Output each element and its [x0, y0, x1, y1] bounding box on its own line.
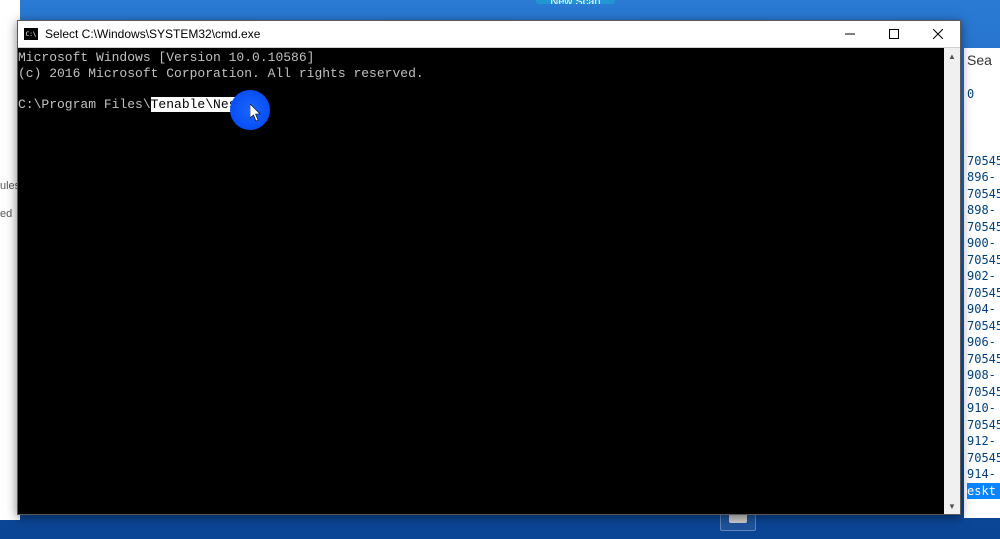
scrollbar-up-button[interactable]: ▲ — [944, 48, 960, 64]
bg-right-header: Sea — [967, 52, 1000, 68]
minimize-icon — [845, 29, 855, 39]
bg-right-row: 70545 — [967, 219, 1000, 236]
terminal-selection-white: Tenable\Nes — [151, 97, 237, 112]
bg-right-row: 904- — [967, 301, 1000, 318]
terminal-caret: > — [260, 97, 268, 112]
bg-right-row: 898- — [967, 202, 1000, 219]
scrollbar-track[interactable] — [944, 64, 960, 498]
cmd-window: C:\ Select C:\Windows\SYSTEM32\cmd.exe M… — [17, 20, 961, 515]
bg-right-row: 910- — [967, 400, 1000, 417]
titlebar[interactable]: C:\ Select C:\Windows\SYSTEM32\cmd.exe — [18, 21, 960, 48]
bg-right-row: 70545 — [967, 318, 1000, 335]
bg-right-row: 902- — [967, 268, 1000, 285]
bg-right-row: 70545 — [967, 285, 1000, 302]
bg-right-row: 914- — [967, 466, 1000, 483]
bg-right-row: 70545 — [967, 417, 1000, 434]
bg-right-row: 70545 — [967, 153, 1000, 170]
new-scan-button[interactable]: New Scan — [536, 0, 614, 4]
bg-right-row: 70545 — [967, 252, 1000, 269]
bg-right-row: 906- — [967, 334, 1000, 351]
terminal-line-2: (c) 2016 Microsoft Corporation. All righ… — [18, 66, 424, 81]
terminal-selection-yellow: sus — [236, 97, 259, 112]
minimize-button[interactable] — [828, 21, 872, 47]
bg-right-row: 912- — [967, 433, 1000, 450]
bg-right-row: 896- — [967, 169, 1000, 186]
bg-top-buttons: Import New Folder New Scan — [355, 0, 615, 4]
bg-right-row: 70545 — [967, 186, 1000, 203]
bg-right-row: 908- — [967, 367, 1000, 384]
cmd-icon: C:\ — [24, 28, 38, 40]
window-title: Select C:\Windows\SYSTEM32\cmd.exe — [45, 27, 828, 41]
bg-right-row: 70545 — [967, 351, 1000, 368]
bg-right-last: eskt — [967, 483, 1000, 500]
terminal-content[interactable]: Microsoft Windows [Version 10.0.10586] (… — [18, 48, 944, 514]
maximize-button[interactable] — [872, 21, 916, 47]
bg-right-row: 70545 — [967, 450, 1000, 467]
bg-right-panel: Sea 0 70545896-70545898-70545900-7054590… — [964, 48, 1000, 518]
close-icon — [933, 29, 943, 39]
bg-right-zero: 0 — [967, 86, 1000, 103]
bg-left-label-2: ed — [0, 208, 12, 220]
maximize-icon — [889, 29, 899, 39]
terminal-body: Microsoft Windows [Version 10.0.10586] (… — [18, 48, 960, 514]
scrollbar[interactable]: ▲ ▼ — [944, 48, 960, 514]
bg-right-row: 70545 — [967, 384, 1000, 401]
close-button[interactable] — [916, 21, 960, 47]
bg-right-row: 900- — [967, 235, 1000, 252]
terminal-line-1: Microsoft Windows [Version 10.0.10586] — [18, 50, 314, 65]
window-controls — [828, 21, 960, 47]
terminal-prompt-prefix: C:\Program Files\ — [18, 97, 151, 112]
scrollbar-down-button[interactable]: ▼ — [944, 498, 960, 514]
